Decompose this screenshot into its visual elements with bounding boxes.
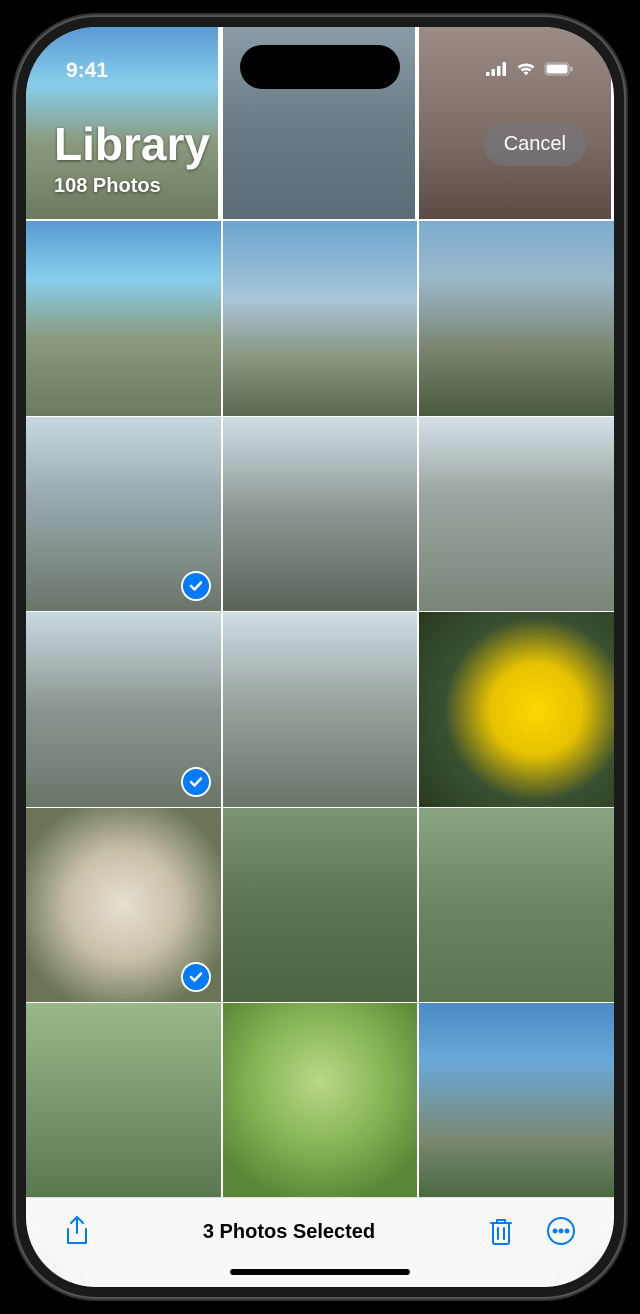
photo-image: [223, 221, 418, 416]
photo-thumbnail[interactable]: [26, 808, 221, 1003]
photos-count: 108 Photos: [54, 175, 586, 198]
ellipsis-circle-icon: [546, 1216, 576, 1249]
home-indicator[interactable]: [230, 1269, 410, 1275]
photo-image: [223, 417, 418, 612]
photo-thumbnail[interactable]: [419, 808, 614, 1003]
photo-image: [26, 221, 221, 416]
photo-image: [419, 1003, 614, 1197]
dynamic-island: [240, 45, 400, 89]
photo-image: [419, 808, 614, 1003]
delete-button[interactable]: [480, 1208, 522, 1257]
cellular-signal-icon: [486, 62, 508, 81]
cancel-button[interactable]: Cancel: [484, 123, 586, 166]
photo-thumbnail[interactable]: [223, 221, 418, 416]
photo-image: [419, 221, 614, 416]
photo-thumbnail[interactable]: [419, 1003, 614, 1197]
photo-image: [419, 612, 614, 807]
photo-thumbnail[interactable]: [419, 612, 614, 807]
photo-grid[interactable]: [26, 27, 614, 1197]
photo-image: [223, 1003, 418, 1197]
battery-icon: [544, 62, 574, 81]
selection-checkmark-icon: [181, 571, 211, 601]
photo-thumbnail[interactable]: [419, 221, 614, 416]
status-time: 9:41: [66, 59, 108, 83]
photo-image: [223, 808, 418, 1003]
photo-thumbnail[interactable]: [26, 1003, 221, 1197]
more-button[interactable]: [538, 1208, 584, 1257]
header: Library Cancel 108 Photos: [26, 117, 614, 198]
photo-image: [223, 612, 418, 807]
photo-image: [26, 1003, 221, 1197]
photo-thumbnail[interactable]: [223, 612, 418, 807]
page-title: Library: [54, 117, 210, 171]
photo-image: [419, 417, 614, 612]
photo-thumbnail[interactable]: [223, 1003, 418, 1197]
selection-count-label: 3 Photos Selected: [203, 1221, 375, 1244]
photo-thumbnail[interactable]: [26, 612, 221, 807]
status-icons: [486, 62, 574, 81]
share-icon: [64, 1215, 90, 1250]
selection-checkmark-icon: [181, 767, 211, 797]
share-button[interactable]: [56, 1207, 98, 1258]
wifi-icon: [516, 62, 536, 81]
trash-icon: [488, 1216, 514, 1249]
photo-thumbnail[interactable]: [26, 417, 221, 612]
phone-frame: 9:41 Library Cancel 108 Photos: [16, 17, 624, 1297]
selection-checkmark-icon: [181, 962, 211, 992]
photo-thumbnail[interactable]: [223, 417, 418, 612]
photo-thumbnail[interactable]: [419, 417, 614, 612]
photo-thumbnail[interactable]: [223, 808, 418, 1003]
photo-thumbnail[interactable]: [26, 221, 221, 416]
phone-screen: 9:41 Library Cancel 108 Photos: [26, 27, 614, 1287]
